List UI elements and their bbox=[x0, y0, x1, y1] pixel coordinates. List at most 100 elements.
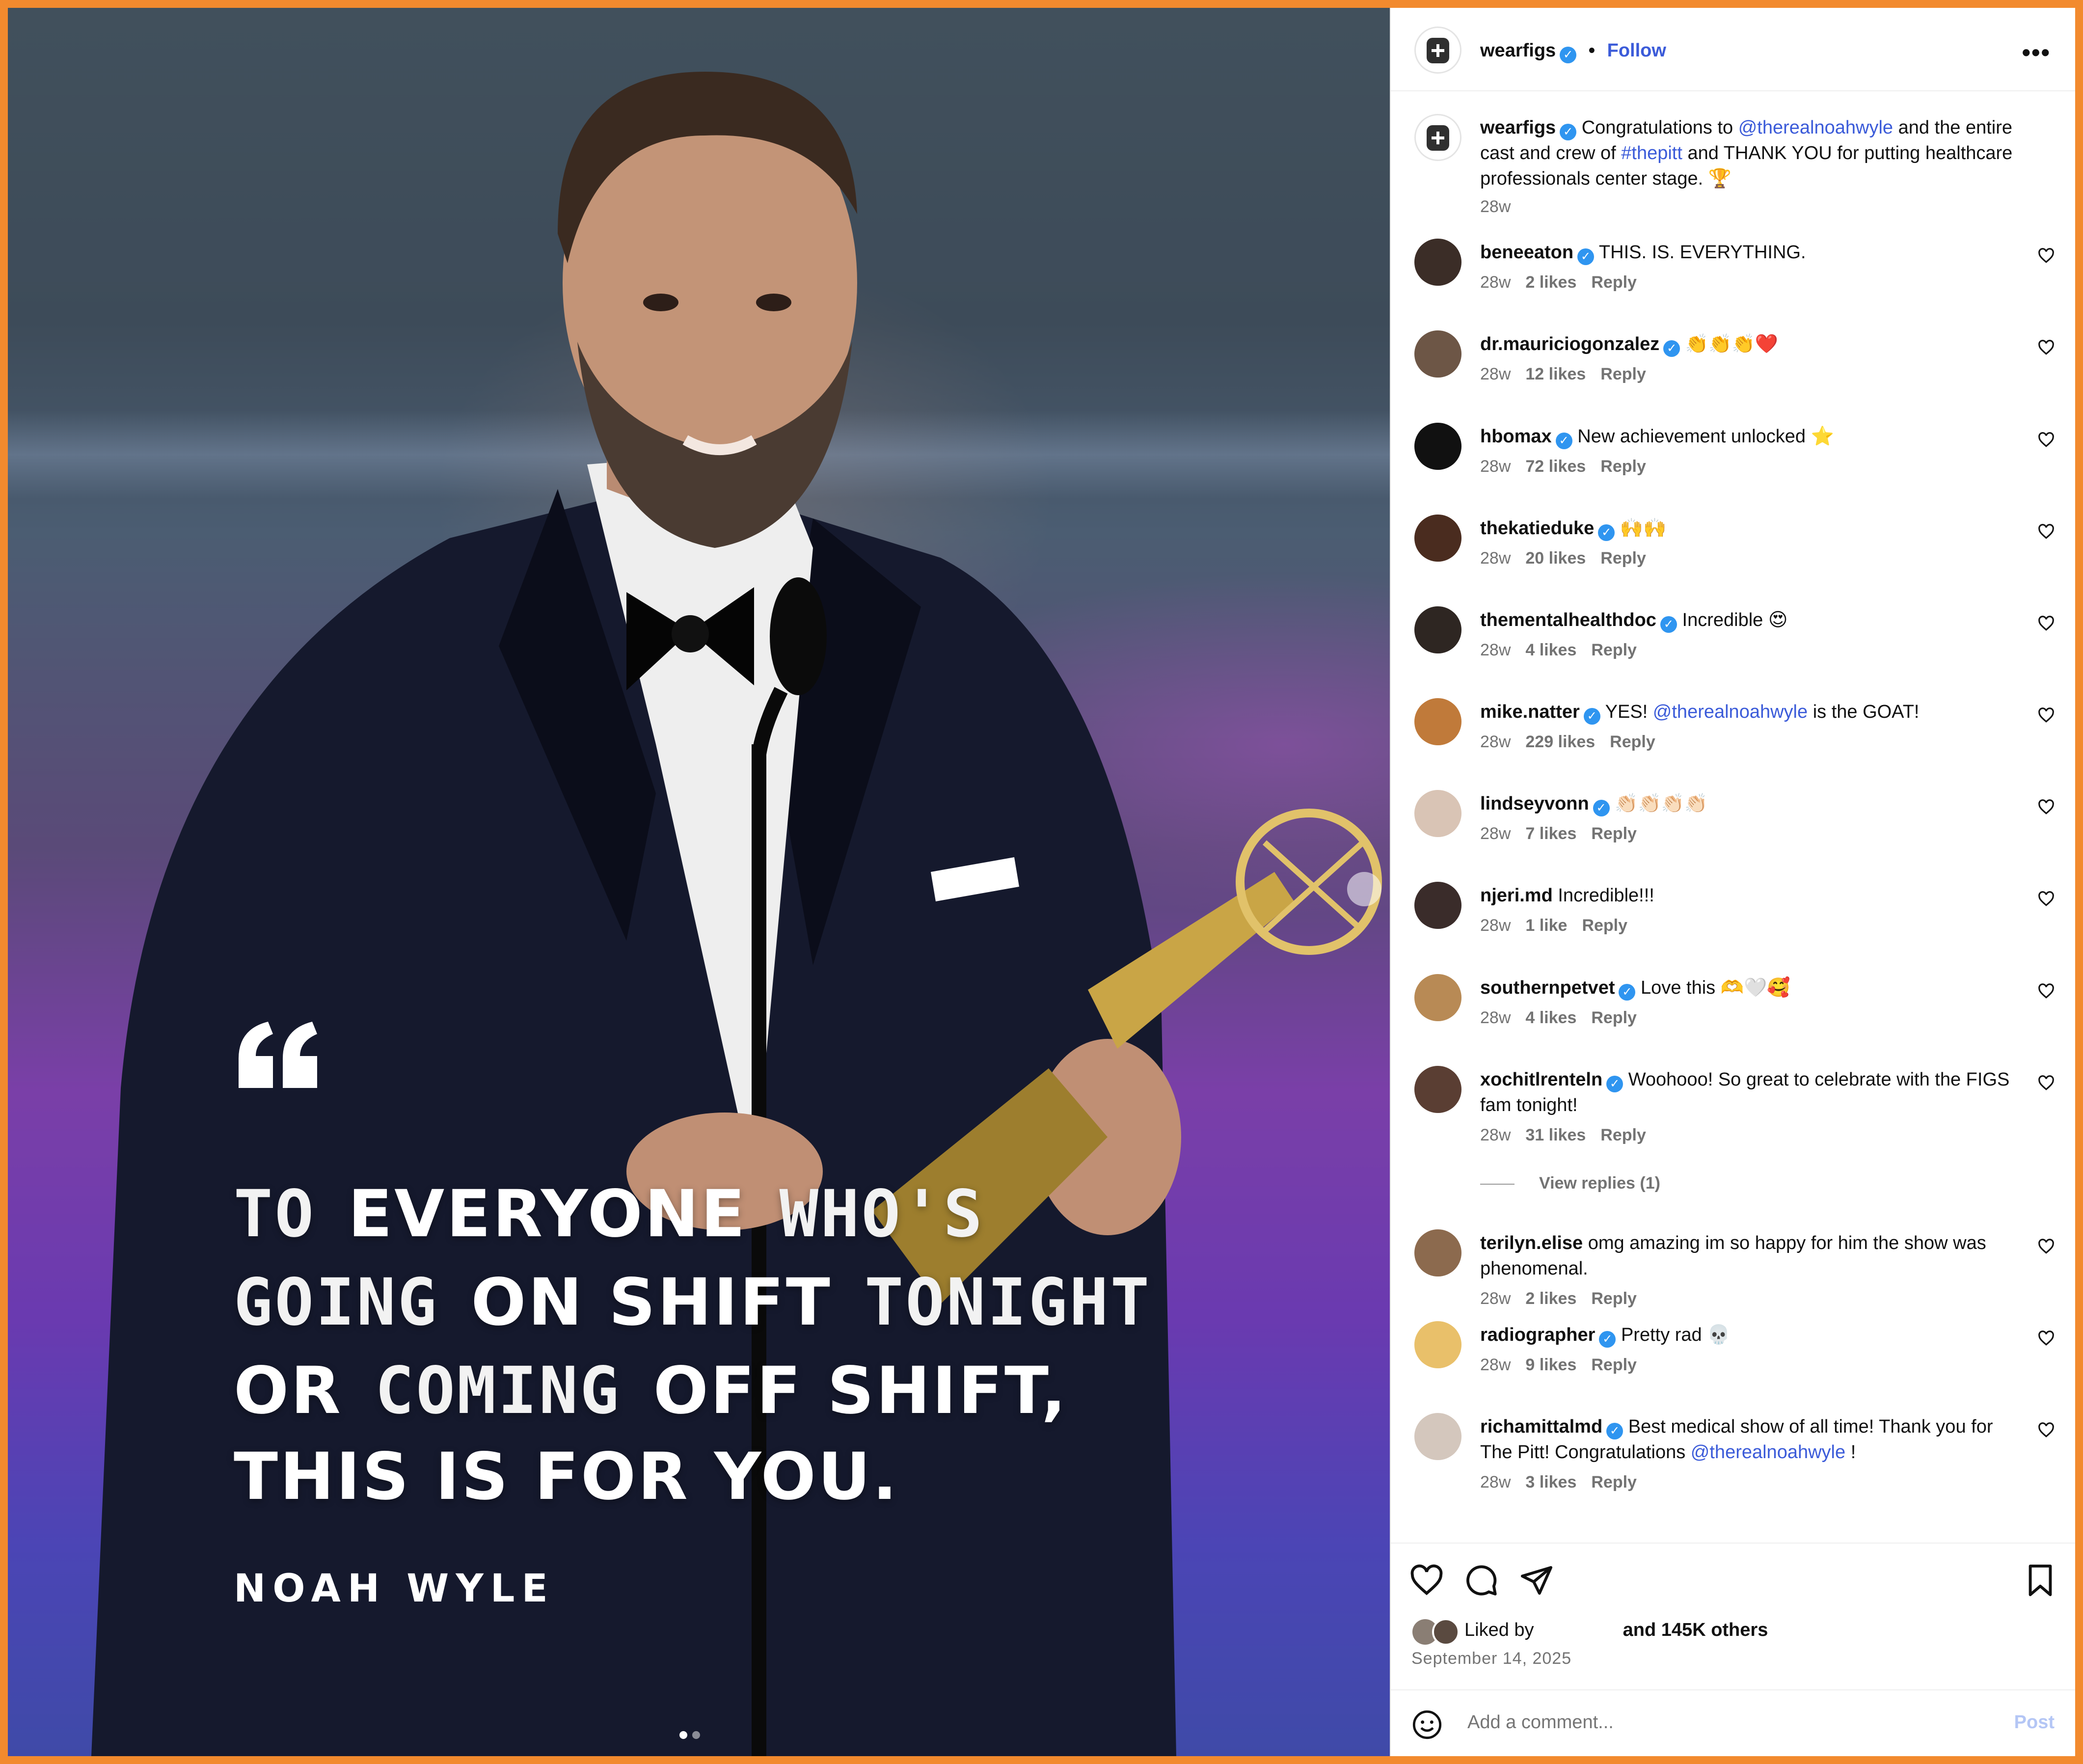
reply-button[interactable]: Reply bbox=[1591, 1356, 1637, 1374]
commenter-username[interactable]: xochitlrenteln bbox=[1480, 1069, 1602, 1090]
hashtag-link[interactable]: #thepitt bbox=[1621, 143, 1682, 163]
like-comment-heart-icon[interactable] bbox=[2038, 707, 2055, 724]
like-comment-heart-icon[interactable] bbox=[2038, 1238, 2055, 1255]
likes-count[interactable]: and 145K others bbox=[1623, 1620, 1768, 1640]
caption-time: 28w bbox=[1480, 197, 1511, 216]
commenter-username[interactable]: mike.natter bbox=[1480, 702, 1580, 722]
comment-likes[interactable]: 12 likes bbox=[1525, 365, 1586, 383]
like-comment-heart-icon[interactable] bbox=[2038, 523, 2055, 540]
like-comment-heart-icon[interactable] bbox=[2038, 1422, 2055, 1438]
commenter-username[interactable]: richamittalmd bbox=[1480, 1416, 1602, 1437]
reply-button[interactable]: Reply bbox=[1600, 549, 1646, 568]
commenter-avatar[interactable] bbox=[1414, 974, 1461, 1021]
like-comment-heart-icon[interactable] bbox=[2038, 1075, 2055, 1091]
comment-likes[interactable]: 2 likes bbox=[1525, 1289, 1576, 1308]
comment-meta: 28w 20 likes Reply bbox=[1480, 549, 1661, 568]
comment-likes[interactable]: 1 like bbox=[1525, 916, 1567, 935]
author-username[interactable]: wearfigs bbox=[1480, 40, 1556, 61]
reply-button[interactable]: Reply bbox=[1600, 365, 1646, 383]
commenter-username[interactable]: thekatieduke bbox=[1480, 518, 1594, 539]
like-comment-heart-icon[interactable] bbox=[2038, 983, 2055, 1000]
comment-likes[interactable]: 3 likes bbox=[1525, 1473, 1576, 1492]
commenter-avatar[interactable] bbox=[1414, 1413, 1461, 1460]
comment-row: dr.mauriciogonzalez ✓ 👏👏👏❤️ 28w 12 likes Rep… bbox=[1391, 330, 2075, 414]
commenter-username[interactable]: dr.mauriciogonzalez bbox=[1480, 334, 1659, 354]
caption-avatar[interactable] bbox=[1414, 114, 1461, 161]
like-comment-heart-icon[interactable] bbox=[2038, 432, 2055, 448]
reply-button[interactable]: Reply bbox=[1600, 1126, 1646, 1144]
author-avatar[interactable] bbox=[1414, 27, 1461, 74]
like-comment-heart-icon[interactable] bbox=[2038, 1330, 2055, 1347]
comment-likes[interactable]: 72 likes bbox=[1525, 457, 1586, 476]
like-comment-heart-icon[interactable] bbox=[2038, 891, 2055, 907]
comment-likes[interactable]: 4 likes bbox=[1525, 1008, 1576, 1027]
commenter-username[interactable]: njeri.md bbox=[1480, 885, 1553, 906]
reply-button[interactable]: Reply bbox=[1591, 1289, 1637, 1308]
reply-button[interactable]: Reply bbox=[1591, 1008, 1637, 1027]
like-comment-heart-icon[interactable] bbox=[2038, 615, 2055, 632]
next-slide-chevron-icon[interactable] bbox=[1347, 872, 1381, 906]
commenter-avatar[interactable] bbox=[1414, 515, 1461, 562]
mention-link[interactable]: @therealnoahwyle bbox=[1691, 1442, 1845, 1463]
commenter-avatar[interactable] bbox=[1414, 1321, 1461, 1368]
commenter-username[interactable]: beneeaton bbox=[1480, 242, 1573, 263]
more-icon[interactable]: ••• bbox=[2022, 38, 2051, 67]
comment-likes[interactable]: 31 likes bbox=[1525, 1126, 1586, 1144]
post-date: September 14, 2025 bbox=[1411, 1649, 1572, 1668]
commenter-username[interactable]: radiographer bbox=[1480, 1325, 1595, 1345]
reply-button[interactable]: Reply bbox=[1600, 457, 1646, 476]
comment-likes[interactable]: 20 likes bbox=[1525, 549, 1586, 568]
commenter-username[interactable]: hbomax bbox=[1480, 426, 1552, 447]
comment-row: thementalhealthdoc ✓ Incredible 😍 28w 4 lik… bbox=[1391, 606, 2075, 690]
comment-likes[interactable]: 4 likes bbox=[1525, 641, 1576, 659]
reply-button[interactable]: Reply bbox=[1591, 273, 1637, 292]
caption-username[interactable]: wearfigs bbox=[1480, 117, 1556, 138]
liked-by[interactable]: Liked by and 145K others bbox=[1464, 1620, 1768, 1641]
quote-line-4: THIS IS FOR YOU. bbox=[234, 1439, 931, 1515]
comment-icon[interactable] bbox=[1464, 1563, 1499, 1598]
comment-likes[interactable]: 7 likes bbox=[1525, 824, 1576, 843]
commenter-avatar[interactable] bbox=[1414, 882, 1461, 929]
like-comment-heart-icon[interactable] bbox=[2038, 799, 2055, 815]
heart-icon[interactable] bbox=[1409, 1563, 1444, 1598]
commenter-username[interactable]: lindseyvonn bbox=[1480, 793, 1589, 814]
reply-button[interactable]: Reply bbox=[1591, 641, 1637, 659]
comment-row: lindseyvonn ✓ 👏🏻👏🏻👏🏻👏🏻 28w 7 likes Reply bbox=[1391, 790, 2075, 873]
reply-button[interactable]: Reply bbox=[1582, 916, 1627, 935]
verified-icon: ✓ bbox=[1560, 47, 1577, 63]
share-icon[interactable] bbox=[1519, 1563, 1554, 1598]
commenter-avatar[interactable] bbox=[1414, 1229, 1461, 1276]
commenter-username[interactable]: southernpetvet bbox=[1480, 977, 1615, 998]
emoji-icon[interactable] bbox=[1411, 1709, 1443, 1740]
comment-text-part: is the GOAT! bbox=[1812, 702, 1920, 722]
comment-text: mike.natter ✓ YES! @therealnoahwyle is th… bbox=[1480, 699, 2020, 725]
comment-likes[interactable]: 229 likes bbox=[1525, 733, 1595, 751]
comment-input[interactable] bbox=[1467, 1712, 1958, 1733]
commenter-avatar[interactable] bbox=[1414, 330, 1461, 378]
commenter-avatar[interactable] bbox=[1414, 698, 1461, 745]
reply-button[interactable]: Reply bbox=[1591, 1473, 1637, 1492]
quote-word: GOING bbox=[234, 1265, 439, 1340]
post-media[interactable]: TO EVERYONE WHO'S GOING ON SHIFT TONIGHT OR C… bbox=[8, 8, 1390, 1756]
mention-link[interactable]: @therealnoahwyle bbox=[1653, 702, 1808, 722]
commenter-avatar[interactable] bbox=[1414, 1066, 1461, 1113]
like-comment-heart-icon[interactable] bbox=[2038, 247, 2055, 264]
commenter-avatar[interactable] bbox=[1414, 239, 1461, 286]
mention-link[interactable]: @therealnoahwyle bbox=[1738, 117, 1893, 138]
follow-button[interactable]: Follow bbox=[1607, 40, 1666, 61]
comment-likes[interactable]: 9 likes bbox=[1525, 1356, 1576, 1374]
comment-row: southernpetvet ✓ Love this 🫶🤍🥰 28w 4 likes R… bbox=[1391, 974, 2075, 1058]
reply-button[interactable]: Reply bbox=[1610, 733, 1655, 751]
bookmark-icon[interactable] bbox=[2023, 1563, 2057, 1598]
commenter-avatar[interactable] bbox=[1414, 606, 1461, 653]
commenter-username[interactable]: thementalhealthdoc bbox=[1480, 610, 1656, 630]
comment-likes[interactable]: 2 likes bbox=[1525, 273, 1576, 292]
comment-row: radiographer ✓ Pretty rad 💀 28w 9 likes Repl… bbox=[1391, 1321, 2075, 1405]
reply-button[interactable]: Reply bbox=[1591, 824, 1637, 843]
like-comment-heart-icon[interactable] bbox=[2038, 339, 2055, 356]
commenter-avatar[interactable] bbox=[1414, 790, 1461, 837]
view-replies-button[interactable]: View replies (1) bbox=[1480, 1174, 1660, 1193]
commenter-avatar[interactable] bbox=[1414, 423, 1461, 470]
post-button[interactable]: Post bbox=[2014, 1712, 2055, 1733]
commenter-username[interactable]: terilyn.elise bbox=[1480, 1233, 1583, 1253]
